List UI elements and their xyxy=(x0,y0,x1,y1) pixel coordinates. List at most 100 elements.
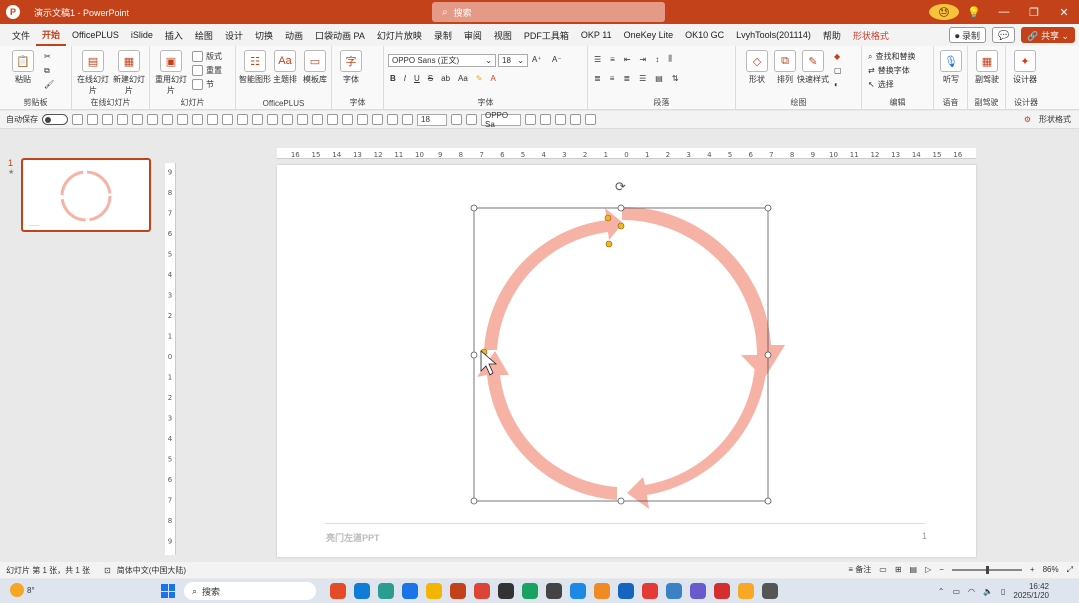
tab-19[interactable]: 帮助 xyxy=(817,24,847,46)
undo-icon[interactable] xyxy=(132,114,143,125)
section-button[interactable]: 节 xyxy=(192,79,214,90)
horizontal-ruler[interactable]: 16 15 14 13 12 11 10 9 8 7 6 5 4 3 2 1 0 1 2 3 4 5 6 7 8 9 10 11 12 1… xyxy=(277,148,976,159)
wifi-icon[interactable]: ◠ xyxy=(968,587,975,596)
indent-icon[interactable]: ⇤ xyxy=(624,55,631,64)
layout-button[interactable]: 版式 xyxy=(192,51,222,62)
text-direction-icon[interactable]: ⇅ xyxy=(672,74,679,83)
taskbar-search[interactable]: ⌕ 搜索 xyxy=(184,582,316,600)
tab-7[interactable]: 切换 xyxy=(249,24,279,46)
comment-button[interactable]: 💬 xyxy=(992,27,1016,43)
align-right-icon[interactable] xyxy=(237,114,248,125)
replace-font-button[interactable]: ⇄ 替换字体 xyxy=(868,65,910,76)
format-painter-button[interactable]: 🖌 xyxy=(44,80,54,89)
group-icon[interactable] xyxy=(177,114,188,125)
find-button[interactable]: ⌕ 查找和替换 xyxy=(868,51,915,62)
taskbar-app-icon[interactable] xyxy=(498,583,514,599)
chart-icon[interactable] xyxy=(555,114,566,125)
smartart-icon[interactable] xyxy=(570,114,581,125)
shape-effect-button[interactable]: ◐ xyxy=(834,80,839,89)
distribute-v-icon[interactable] xyxy=(312,114,323,125)
restore-button[interactable]: ❐ xyxy=(1019,6,1049,19)
reading-view-icon[interactable]: ▤ xyxy=(910,565,918,574)
ungroup-icon[interactable] xyxy=(192,114,203,125)
taskbar-app-icon[interactable] xyxy=(714,583,730,599)
italic-icon[interactable]: I xyxy=(404,74,406,83)
zoom-in-icon[interactable]: + xyxy=(1030,565,1035,574)
taskbar-app-icon[interactable] xyxy=(666,583,682,599)
taskbar-app-icon[interactable] xyxy=(618,583,634,599)
emoji-avatar[interactable]: 😓 xyxy=(929,4,959,20)
grow-font-button[interactable]: A⁺ xyxy=(532,55,542,64)
columns-icon[interactable]: ⫼ xyxy=(668,54,672,64)
title-search-box[interactable]: ⌕ 搜索 xyxy=(432,2,665,22)
new-slide-online-button[interactable]: ▦ 新建幻灯片 xyxy=(112,50,146,96)
redo-icon[interactable] xyxy=(147,114,158,125)
underline-icon[interactable]: U xyxy=(414,74,420,83)
taskbar-app-icon[interactable] xyxy=(354,583,370,599)
notes-button[interactable]: ≡ 备注 xyxy=(848,564,871,575)
vertical-ruler[interactable]: 9 8 7 6 5 4 3 2 1 0 1 2 3 4 5 6 7 8 9 xyxy=(165,163,176,555)
taskbar-app-icon[interactable] xyxy=(378,583,394,599)
clock[interactable]: 16:42 2025/1/20 xyxy=(1013,582,1049,600)
qbar-font-select[interactable]: OPPO Sa xyxy=(481,111,521,129)
taskbar-app-icon[interactable] xyxy=(642,583,658,599)
share-button[interactable]: 🔗 共享 ⌄ xyxy=(1021,27,1075,43)
font-color-icon[interactable] xyxy=(451,114,462,125)
tab-11[interactable]: 录制 xyxy=(428,24,458,46)
tab-16[interactable]: OneKey Lite xyxy=(618,24,680,46)
align-icon[interactable] xyxy=(162,114,173,125)
font-size-select[interactable]: 18 ⌄ xyxy=(498,54,528,67)
copy-button[interactable]: ⧉ xyxy=(44,66,50,76)
tab-17[interactable]: OK10 GC xyxy=(679,24,730,46)
taskbar-app-icon[interactable] xyxy=(522,583,538,599)
record-button[interactable]: ⏺ 录制 xyxy=(949,27,987,43)
reset-button[interactable]: 重置 xyxy=(192,65,222,76)
copilot-button[interactable]: ▦ 副驾驶 xyxy=(970,50,1004,85)
powerpoint-logo-icon[interactable]: P xyxy=(6,5,20,19)
shape-fill-button[interactable]: ◆ xyxy=(834,52,840,61)
bold-icon[interactable]: B xyxy=(390,74,396,83)
tab-2[interactable]: OfficePLUS xyxy=(66,24,125,46)
taskbar-app-icon[interactable] xyxy=(594,583,610,599)
taskbar-app-icon[interactable] xyxy=(546,583,562,599)
qbar-size-select[interactable]: 18 xyxy=(417,113,447,126)
slide-thumbnail-1[interactable] xyxy=(21,158,151,232)
tab-12[interactable]: 审阅 xyxy=(458,24,488,46)
paste-button[interactable]: 📋 粘贴 xyxy=(6,50,40,85)
tab-5[interactable]: 绘图 xyxy=(189,24,219,46)
font-name-select[interactable]: OPPO Sans (正文) ⌄ xyxy=(388,54,496,67)
typeset-button[interactable]: Aa 主题排 xyxy=(268,50,302,85)
align-top-icon[interactable] xyxy=(252,114,263,125)
settings-icon[interactable]: ⚙ xyxy=(1024,115,1031,124)
taskbar-app-icon[interactable] xyxy=(474,583,490,599)
footer-text[interactable]: 亮门左道PPT xyxy=(326,531,380,544)
shape-icon[interactable] xyxy=(117,114,128,125)
save-icon[interactable] xyxy=(72,114,83,125)
cut-button[interactable]: ✂ xyxy=(44,52,51,61)
close-button[interactable]: ✕ xyxy=(1049,6,1079,19)
distribute-icon[interactable]: ▤ xyxy=(655,74,663,83)
zoom-slider[interactable] xyxy=(951,565,1022,574)
bold-icon[interactable] xyxy=(525,114,536,125)
merge-shape-icon[interactable] xyxy=(372,114,383,125)
spacing-icon[interactable]: ab xyxy=(441,74,450,83)
more-icon[interactable] xyxy=(585,114,596,125)
line-spacing-icon[interactable]: ↕ xyxy=(655,55,659,64)
sorter-view-icon[interactable]: ⊞ xyxy=(895,565,902,574)
shrink-font-button[interactable]: A⁻ xyxy=(552,55,562,64)
bullets-icon[interactable]: ☰ xyxy=(594,55,601,64)
slide-page-number[interactable]: 1 xyxy=(922,531,927,541)
tab-4[interactable]: 插入 xyxy=(159,24,189,46)
case-icon[interactable]: Aa xyxy=(458,74,468,83)
volume-icon[interactable]: 🔈 xyxy=(983,587,993,596)
windows-start-icon[interactable] xyxy=(161,584,175,598)
tab-20[interactable]: 形状格式 xyxy=(847,24,895,46)
taskbar-app-icon[interactable] xyxy=(690,583,706,599)
taskbar-app-icon[interactable] xyxy=(738,583,754,599)
tab-18[interactable]: LvyhTools(201114) xyxy=(730,24,817,46)
select-button[interactable]: ↖ 选择 xyxy=(868,79,894,90)
autosave-toggle[interactable] xyxy=(42,114,68,125)
chevron-up-icon[interactable]: ⌃ xyxy=(938,587,945,596)
tab-15[interactable]: OKP 11 xyxy=(575,24,618,46)
align-left-icon[interactable]: ≣ xyxy=(594,74,601,83)
